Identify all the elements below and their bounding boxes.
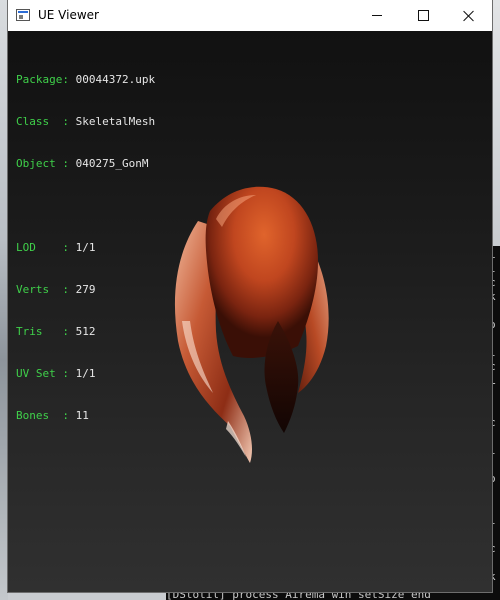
info-value: 00044372.upk (75, 73, 156, 86)
info-label: Package: (16, 73, 69, 86)
info-label: UV Set : (16, 367, 69, 380)
info-lod: LOD : 1/1 (16, 241, 155, 255)
info-value: 040275_GonM (75, 157, 149, 170)
close-icon (463, 10, 475, 22)
maximize-button[interactable] (400, 0, 446, 31)
mesh-info-panel: Package: 00044372.upk Class : SkeletalMe… (16, 45, 155, 451)
minimize-button[interactable] (354, 0, 400, 31)
3d-viewport[interactable]: Package: 00044372.upk Class : SkeletalMe… (8, 31, 492, 592)
ue-viewer-window: UE Viewer Package: 00044372.upk Class : … (8, 0, 492, 592)
info-label: Class : (16, 115, 69, 128)
info-label: Verts : (16, 283, 69, 296)
info-value: 1/1 (75, 241, 96, 254)
maximize-icon (417, 10, 429, 21)
info-value: 512 (75, 325, 96, 338)
info-value: 11 (75, 409, 89, 422)
info-tris: Tris : 512 (16, 325, 155, 339)
info-label: Tris : (16, 325, 69, 338)
info-label: LOD : (16, 241, 69, 254)
hood-mesh-render[interactable] (158, 171, 338, 471)
info-package: Package: 00044372.upk (16, 73, 155, 87)
info-object: Object : 040275_GonM (16, 157, 155, 171)
info-value: 1/1 (75, 367, 96, 380)
info-value: 279 (75, 283, 96, 296)
close-button[interactable] (446, 0, 492, 31)
info-bones: Bones : 11 (16, 409, 155, 423)
info-uvset: UV Set : 1/1 (16, 367, 155, 381)
minimize-icon (372, 15, 382, 16)
title-bar[interactable]: UE Viewer (8, 0, 492, 31)
desktop-background-left (0, 0, 8, 600)
info-label: Object : (16, 157, 69, 170)
window-title: UE Viewer (38, 8, 99, 22)
info-value: SkeletalMesh (75, 115, 156, 128)
app-window-icon (16, 9, 30, 21)
info-verts: Verts : 279 (16, 283, 155, 297)
info-label: Bones : (16, 409, 69, 422)
info-class: Class : SkeletalMesh (16, 115, 155, 129)
